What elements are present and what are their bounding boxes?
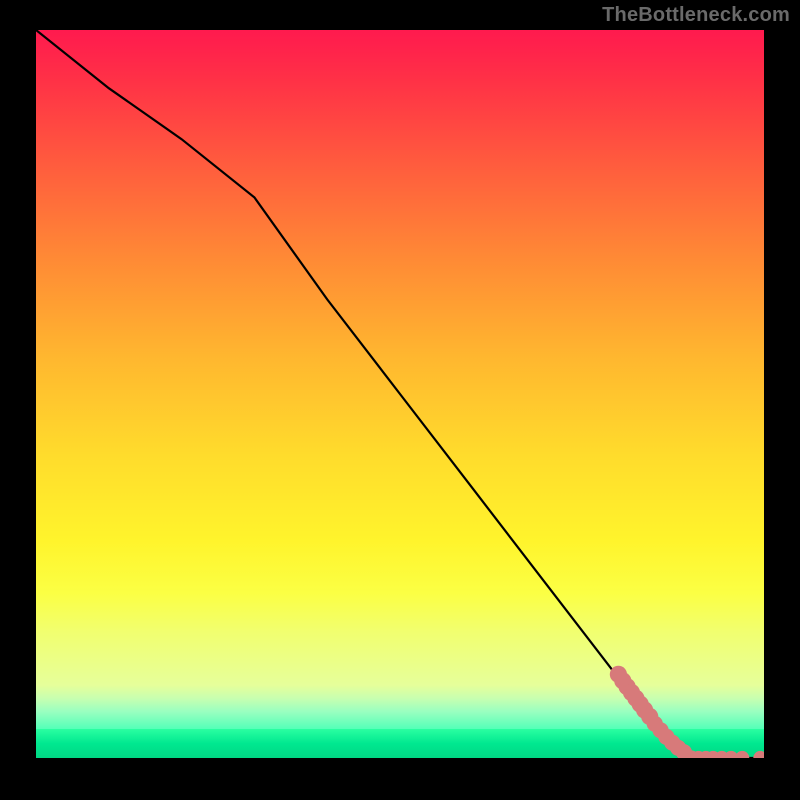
chart-plot-area bbox=[36, 30, 764, 758]
chart-point bbox=[753, 751, 764, 758]
chart-curve-line bbox=[36, 30, 764, 758]
chart-point bbox=[735, 751, 749, 758]
chart-overlay-svg bbox=[36, 30, 764, 758]
watermark-text: TheBottleneck.com bbox=[602, 4, 790, 27]
chart-points-group bbox=[610, 666, 764, 758]
